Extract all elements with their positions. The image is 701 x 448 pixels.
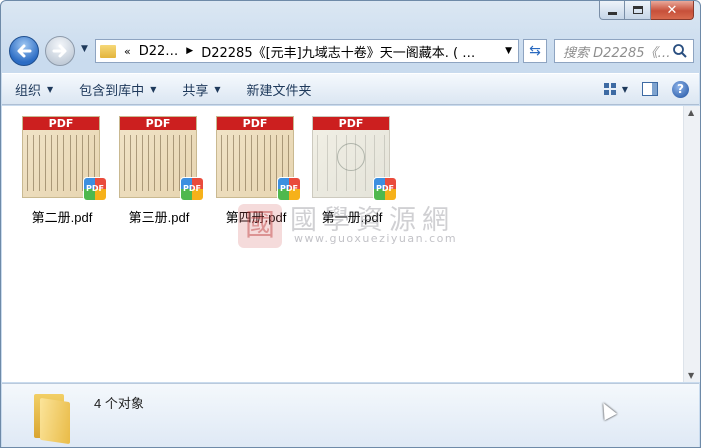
search-placeholder: 搜索 D22285《… — [563, 45, 671, 61]
watermark-logo-icon: 國 — [238, 204, 282, 248]
pdf-icon: PDF — [84, 178, 106, 200]
scroll-down-icon[interactable]: ▼ — [688, 371, 694, 380]
folder-icon — [100, 44, 116, 58]
search-icon — [673, 44, 687, 58]
change-view-button[interactable]: ▼ — [603, 83, 628, 95]
details-pane: 4 个对象 — [2, 383, 699, 447]
folder-icon — [30, 390, 74, 445]
share-menu[interactable]: 共享 ▼ — [169, 74, 233, 104]
close-button[interactable]: ✕ — [651, 1, 694, 20]
watermark: 國 國學資源網 www.guoxueziyuan.com — [238, 198, 478, 250]
minimize-button[interactable] — [599, 1, 625, 20]
mouse-cursor-icon — [597, 399, 617, 421]
pdf-banner: PDF — [217, 117, 293, 130]
recent-pages-dropdown[interactable]: ▼ — [81, 44, 88, 54]
scroll-up-icon[interactable]: ▲ — [688, 108, 694, 117]
new-folder-label: 新建文件夹 — [246, 83, 312, 99]
caption-buttons: ✕ — [599, 1, 694, 20]
watermark-url: www.guoxueziyuan.com — [294, 232, 458, 245]
organize-label: 组织 — [15, 83, 42, 99]
dropdown-arrow-icon: ▼ — [150, 84, 157, 94]
search-input[interactable]: 搜索 D22285《… — [554, 39, 694, 63]
vertical-scrollbar[interactable]: ▲ ▼ — [683, 106, 700, 382]
pdf-banner: PDF — [120, 117, 196, 130]
back-button[interactable] — [9, 36, 39, 66]
breadcrumb-item[interactable]: D22285《[元丰]九域志十卷》天一阁藏本. ( … — [201, 42, 475, 61]
seal-mark — [337, 143, 365, 171]
address-bar[interactable]: « D22… ▶ D22285《[元丰]九域志十卷》天一阁藏本. ( … ▼ — [95, 39, 519, 63]
forward-button[interactable] — [45, 36, 75, 66]
include-in-library-menu[interactable]: 包含到库中 ▼ — [66, 74, 169, 104]
include-in-library-label: 包含到库中 — [79, 83, 145, 99]
chevron-down-icon[interactable]: ▼ — [505, 46, 512, 56]
pdf-icon: PDF — [181, 178, 203, 200]
item-count: 4 个对象 — [94, 396, 144, 411]
explorer-window: ✕ ▼ « D22… ▶ D22285《[元丰]九域志十卷》天一阁藏本. ( …… — [0, 0, 701, 448]
maximize-icon — [632, 6, 643, 14]
file-item[interactable]: PDF PDF 第三册.pdf — [119, 116, 203, 226]
pdf-banner: PDF — [23, 117, 99, 130]
minimize-icon — [607, 11, 617, 15]
maximize-button[interactable] — [625, 1, 651, 20]
breadcrumb-overflow[interactable]: « — [124, 45, 131, 58]
new-folder-button[interactable]: 新建文件夹 — [234, 74, 325, 104]
back-arrow-icon — [17, 44, 32, 58]
file-list: PDF PDF 第二册.pdf PDF PDF 第三册.pdf PDF PDF … — [2, 106, 683, 382]
share-label: 共享 — [182, 83, 209, 99]
file-name: 第三册.pdf — [128, 210, 190, 225]
view-grid-icon — [603, 83, 616, 95]
dropdown-arrow-icon: ▼ — [214, 84, 221, 94]
help-icon[interactable]: ? — [672, 80, 689, 98]
navigation-bar: ▼ « D22… ▶ D22285《[元丰]九域志十卷》天一阁藏本. ( … ▼… — [9, 35, 694, 67]
command-bar: 组织 ▼ 包含到库中 ▼ 共享 ▼ 新建文件夹 ▼ ? — [2, 73, 699, 105]
refresh-button[interactable]: ⇆ — [523, 39, 547, 63]
dropdown-arrow-icon: ▼ — [621, 84, 628, 94]
pdf-banner: PDF — [313, 117, 389, 130]
dropdown-arrow-icon: ▼ — [47, 84, 54, 94]
pdf-icon: PDF — [374, 178, 396, 200]
organize-menu[interactable]: 组织 ▼ — [2, 74, 66, 104]
file-item[interactable]: PDF PDF 第二册.pdf — [22, 116, 106, 226]
file-name: 第二册.pdf — [31, 210, 93, 225]
pdf-icon: PDF — [278, 178, 300, 200]
toolbar-right: ▼ ? — [603, 80, 699, 98]
refresh-icon: ⇆ — [529, 43, 541, 59]
breadcrumb-item[interactable]: D22… — [139, 44, 179, 59]
forward-arrow-icon — [52, 44, 67, 58]
chevron-right-icon[interactable]: ▶ — [186, 46, 193, 56]
preview-pane-icon[interactable] — [642, 82, 658, 96]
close-icon: ✕ — [666, 2, 678, 18]
